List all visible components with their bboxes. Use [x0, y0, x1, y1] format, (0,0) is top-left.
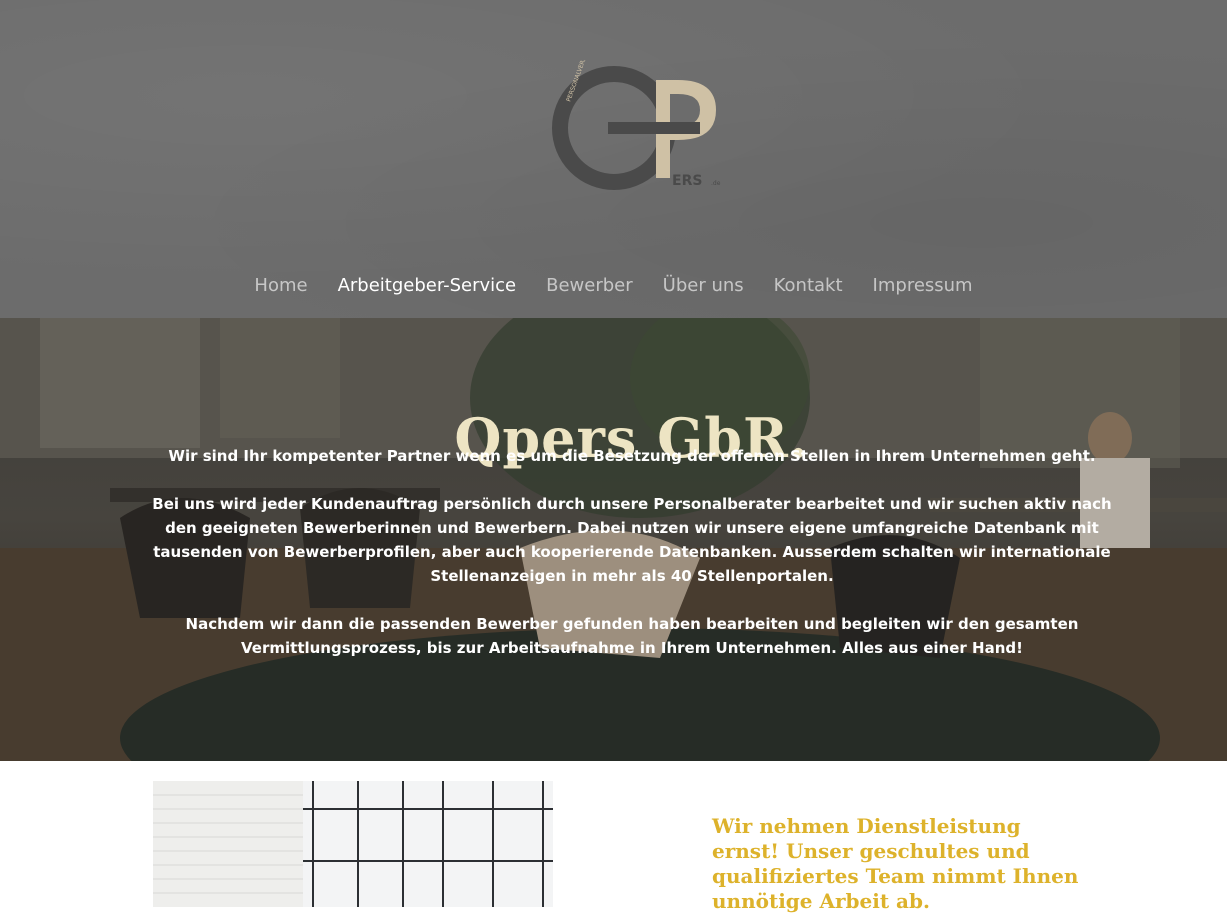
nav-item-impressum[interactable]: Impressum — [873, 268, 973, 304]
logo-ers-text: ERS — [672, 173, 702, 189]
nav-item-ueber-uns[interactable]: Über uns — [663, 268, 744, 304]
hero-section: Qpers GbR. Wir sind Ihr kompetenter Part… — [0, 318, 1227, 761]
nav-item-home[interactable]: Home — [254, 268, 307, 304]
hero-paragraph-process: Bei uns wird jeder Kundenauftrag persönl… — [152, 495, 1112, 585]
qpers-logo[interactable]: PERSONALVERMITTLUNG ERS .de — [548, 30, 730, 196]
logo-suffix-text: .de — [711, 180, 721, 187]
services-heading: Wir nehmen Dienstleistung ernst! Unser g… — [712, 814, 1079, 913]
nav-item-bewerber[interactable]: Bewerber — [546, 268, 633, 304]
nav-item-kontakt[interactable]: Kontakt — [774, 268, 843, 304]
hero-paragraph-summary: Nachdem wir dann die passenden Bewerber … — [185, 615, 1079, 657]
main-navigation: Home Arbeitgeber-Service Bewerber Über u… — [0, 268, 1227, 304]
nav-item-arbeitgeber-service[interactable]: Arbeitgeber-Service — [338, 268, 517, 304]
site-header: PERSONALVERMITTLUNG ERS .de Home Arbeitg… — [0, 0, 1227, 318]
hero-paragraph-intro: Wir sind Ihr kompetenter Partner wenn es… — [168, 447, 1096, 465]
hero-text: Wir sind Ihr kompetenter Partner wenn es… — [150, 444, 1114, 684]
office-window-image — [153, 781, 553, 907]
